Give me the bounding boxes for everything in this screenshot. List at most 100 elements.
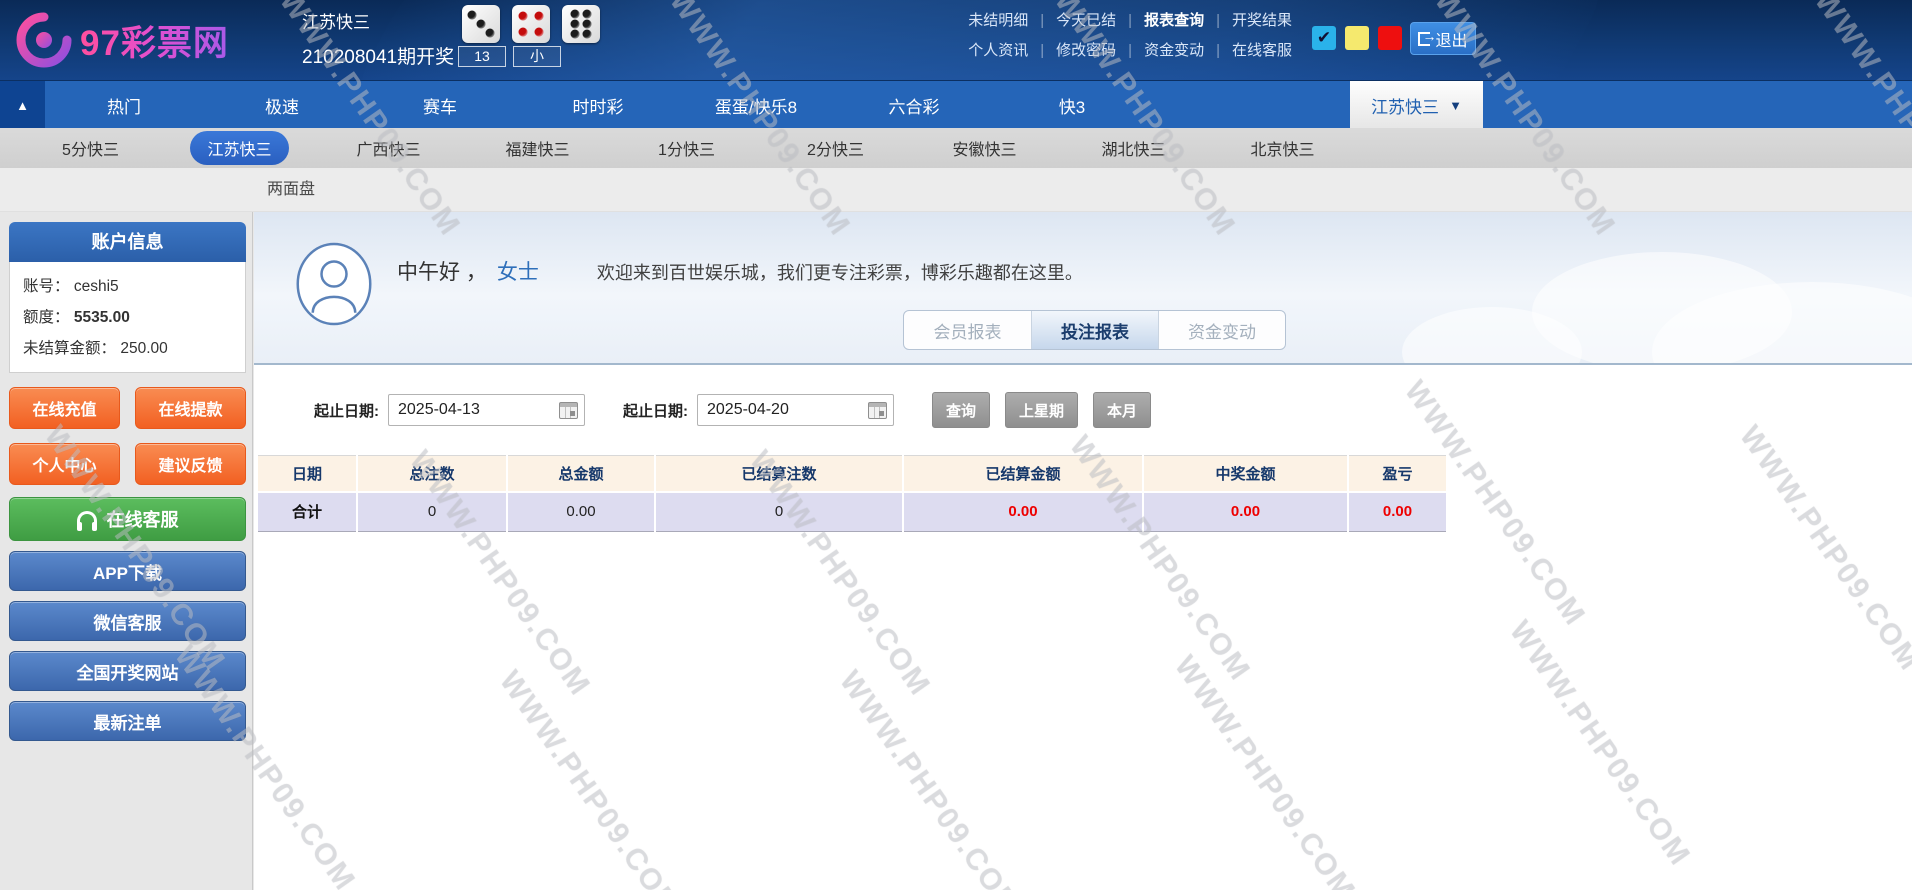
theme-swatch-checked-icon[interactable]: ✔	[1312, 26, 1336, 50]
table-row: 合计 0 0.00 0 0.00 0.00 0.00	[256, 490, 1448, 532]
start-date-input[interactable]	[388, 394, 585, 426]
sub-nav-item-anhui[interactable]: 安徽快三	[910, 136, 1059, 160]
die-2-icon	[512, 5, 550, 43]
separator: |	[1040, 42, 1045, 59]
link-profile[interactable]: 个人资讯	[968, 42, 1028, 59]
logout-button[interactable]: 退出	[1410, 22, 1476, 55]
app-download-button[interactable]: APP下载	[9, 551, 246, 591]
sub-nav-item-2min[interactable]: 2分快三	[761, 136, 910, 160]
lottery-name: 江苏快三	[302, 13, 370, 32]
sub-nav-item-guangxi[interactable]: 广西快三	[314, 136, 463, 160]
draw-info: 210208041期开奖	[302, 47, 455, 68]
lottery-info: 江苏快三 210208041期开奖	[302, 8, 454, 69]
tab-bet-report[interactable]: 投注报表	[1031, 311, 1158, 349]
this-month-button[interactable]: 本月	[1093, 392, 1152, 428]
col-total-amount: 总金额	[506, 455, 656, 493]
draw-size-badge: 小	[513, 46, 561, 67]
feedback-button[interactable]: 建议反馈	[135, 443, 246, 485]
site-logo[interactable]: 97彩票网	[16, 10, 229, 70]
cell-settled-bets: 0	[654, 490, 904, 532]
chevron-down-icon: ▼	[1449, 97, 1462, 113]
link-change-password[interactable]: 修改密码	[1056, 42, 1116, 59]
tab-fund-changes[interactable]: 资金变动	[1158, 311, 1285, 349]
col-win-amount: 中奖金额	[1142, 455, 1349, 493]
sub-nav-item-beijing[interactable]: 北京快三	[1208, 136, 1357, 160]
main-content: 中午好 ， 女士 欢迎来到百世娱乐城，我们更专注彩票，博彩乐趣都在这里。 会员报…	[254, 212, 1912, 890]
greeting-band: 中午好 ， 女士 欢迎来到百世娱乐城，我们更专注彩票，博彩乐趣都在这里。 会员报…	[254, 212, 1912, 365]
draw-sum-badge: 13	[458, 46, 506, 67]
separator: |	[1128, 42, 1133, 59]
deposit-button[interactable]: 在线充值	[9, 387, 120, 429]
sub-nav-item-hubei[interactable]: 湖北快三	[1059, 136, 1208, 160]
unsettled-line: 未结算金额： 250.00	[23, 336, 232, 358]
latest-bets-button[interactable]: 最新注单	[9, 701, 246, 741]
board-item-two-sided[interactable]: 两面盘	[267, 168, 315, 212]
theme-swatch-yellow[interactable]	[1345, 26, 1369, 50]
account-panel-title: 账户信息	[9, 222, 246, 262]
separator: |	[1216, 12, 1220, 29]
logout-icon	[1418, 28, 1436, 46]
active-pill: 江苏快三	[190, 131, 289, 165]
calendar-icon[interactable]	[559, 402, 578, 419]
search-button[interactable]: 查询	[932, 392, 991, 428]
link-fund-changes[interactable]: 资金变动	[1144, 42, 1204, 59]
sub-nav-item-1min[interactable]: 1分快三	[612, 136, 761, 160]
logo-text: 97彩票网	[80, 15, 229, 66]
table-header-row: 日期 总注数 总金额 已结算注数 已结算金额 中奖金额 盈亏	[256, 455, 1448, 493]
die-3-icon	[562, 5, 600, 43]
link-unsettled-detail[interactable]: 未结明细	[968, 12, 1028, 29]
account-label: 账号：	[23, 278, 70, 295]
nav-item-hot[interactable]: 热门	[45, 81, 203, 129]
online-service-label: 在线客服	[106, 510, 179, 530]
cell-settled-amount: 0.00	[902, 490, 1144, 532]
link-report-query[interactable]: 报表查询	[1144, 12, 1204, 29]
online-service-button[interactable]: 在线客服	[9, 497, 246, 541]
end-date-input[interactable]	[697, 394, 894, 426]
nav-item-dandan-kuaile8[interactable]: 蛋蛋/快乐8	[677, 81, 835, 129]
sub-nav-item-fujian[interactable]: 福建快三	[463, 136, 612, 160]
personal-center-button[interactable]: 个人中心	[9, 443, 120, 485]
page: 97彩票网 江苏快三 210208041期开奖 13 小 未结明细 | 今天已结 | 报…	[0, 0, 1912, 890]
tab-member-report[interactable]: 会员报表	[904, 311, 1031, 349]
col-date: 日期	[256, 455, 358, 493]
sub-nav: 5分快三 江苏快三 广西快三 福建快三 1分快三 2分快三 安徽快三 湖北快三 …	[0, 128, 1912, 168]
balance-line: 额度： 5535.00	[23, 305, 232, 327]
header-links-row2: 个人资讯 | 修改密码 | 资金变动 | 在线客服	[968, 39, 1292, 60]
greeting-user[interactable]: 女士	[497, 256, 539, 286]
separator: |	[1128, 12, 1133, 29]
calendar-icon[interactable]	[868, 402, 887, 419]
account-panel-body: 账号： ceshi5 额度： 5535.00 未结算金额： 250.00	[9, 262, 246, 373]
die-1-icon	[462, 5, 500, 43]
national-draw-site-button[interactable]: 全国开奖网站	[9, 651, 246, 691]
header: 97彩票网 江苏快三 210208041期开奖 13 小 未结明细 | 今天已结 | 报…	[0, 0, 1912, 80]
theme-swatch-red[interactable]	[1378, 26, 1402, 50]
link-online-service[interactable]: 在线客服	[1232, 42, 1292, 59]
link-draw-results[interactable]: 开奖结果	[1232, 12, 1292, 29]
date-filter-row: 起止日期: 起止日期: 查询 上星期 本月	[314, 391, 1166, 429]
nav-item-shishicai[interactable]: 时时彩	[519, 81, 677, 129]
main-nav: ▲ 热门 极速 赛车 时时彩 蛋蛋/快乐8 六合彩 快3 江苏快三 ▼	[0, 80, 1912, 129]
col-total-bets: 总注数	[356, 455, 508, 493]
nav-item-racing[interactable]: 赛车	[361, 81, 519, 129]
nav-item-liuhecai[interactable]: 六合彩	[835, 81, 993, 129]
nav-collapse-button[interactable]: ▲	[0, 81, 45, 129]
withdraw-button[interactable]: 在线提款	[135, 387, 246, 429]
nav-item-kuai3[interactable]: 快3	[993, 81, 1151, 129]
last-week-button[interactable]: 上星期	[1005, 392, 1079, 428]
end-date-wrap	[697, 394, 894, 426]
balance-label: 额度：	[23, 309, 70, 326]
sub-nav-item-5min[interactable]: 5分快三	[16, 136, 165, 160]
wechat-service-button[interactable]: 微信客服	[9, 601, 246, 641]
greeting-hello: 中午好 ，	[397, 261, 487, 284]
sub-nav-item-jiangsu[interactable]: 江苏快三	[165, 131, 314, 165]
dice-result	[462, 5, 600, 43]
greeting-welcome: 欢迎来到百世娱乐城，我们更专注彩票，博彩乐趣都在这里。	[596, 263, 1083, 283]
greeting-text: 中午好 ， 女士 欢迎来到百世娱乐城，我们更专注彩票，博彩乐趣都在这里。	[397, 256, 1083, 286]
header-links: 未结明细 | 今天已结 | 报表查询 | 开奖结果 个人资讯 | 修改密码 | 资金变动 | 在线客服	[968, 9, 1292, 69]
collapse-arrow-icon: ▲	[16, 97, 29, 113]
lottery-select-dropdown[interactable]: 江苏快三 ▼	[1350, 81, 1483, 129]
nav-item-speed[interactable]: 极速	[203, 81, 361, 129]
dropdown-label: 江苏快三	[1371, 97, 1440, 117]
link-settled-today[interactable]: 今天已结	[1056, 12, 1116, 29]
avatar	[294, 240, 374, 328]
